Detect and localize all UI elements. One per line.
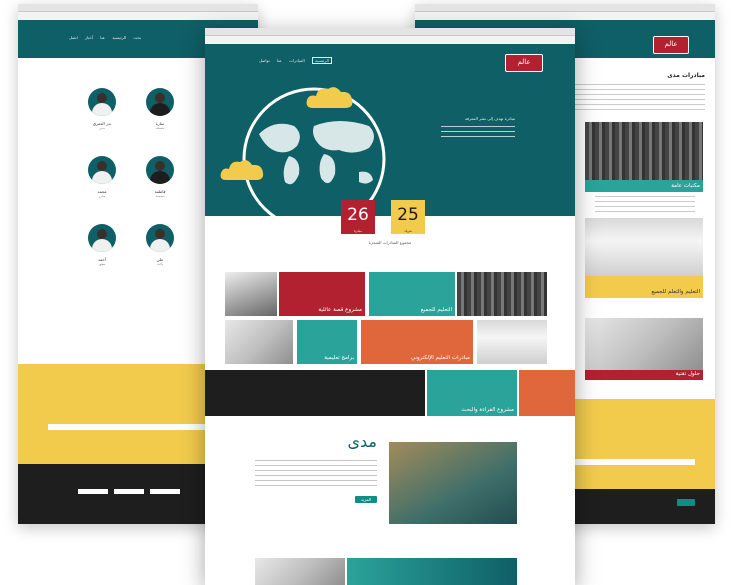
nav-item[interactable]: بحث xyxy=(133,35,141,40)
team-avatar[interactable] xyxy=(88,156,116,184)
nav-item[interactable]: أخبار xyxy=(85,35,93,40)
library-photo xyxy=(585,122,703,180)
page-title: مبادرات مدى xyxy=(667,72,705,79)
tile-library-photo xyxy=(457,272,547,316)
hero-text: مبادرة تهدف إلى نشر المعرفة xyxy=(464,116,515,121)
bottom-photo xyxy=(255,558,345,585)
team-caption: محمد محرر xyxy=(97,189,107,198)
tile-education[interactable]: التعليم للجميع xyxy=(369,272,455,316)
madar-logo: مدى xyxy=(347,432,378,451)
site-logo[interactable]: عالم xyxy=(653,36,689,54)
madar-description xyxy=(255,460,377,490)
footer-input[interactable] xyxy=(114,489,144,494)
nav-item[interactable]: اتصل xyxy=(69,35,78,40)
browser-bar xyxy=(205,28,575,36)
nav-item[interactable]: عنا xyxy=(277,58,282,63)
team-caption: علي باحث xyxy=(156,257,164,266)
tile-accent[interactable] xyxy=(519,370,575,416)
card-label[interactable]: حلول تقنية xyxy=(585,370,703,380)
counter-partners: 25 شريك xyxy=(391,200,425,234)
footer-input[interactable] xyxy=(78,489,108,494)
cloud-icon xyxy=(220,160,264,180)
team-caption: فاطمة مصممة xyxy=(154,189,166,198)
bottom-teal-photo xyxy=(347,558,517,585)
team-avatar[interactable] xyxy=(146,88,174,116)
tile-photo xyxy=(225,272,277,316)
tile-tech-photo xyxy=(225,320,293,364)
hero-text-lines xyxy=(441,126,515,140)
card-label[interactable]: التعليم والتعلم للجميع xyxy=(585,276,703,298)
team-avatar[interactable] xyxy=(146,224,174,252)
site-logo[interactable]: عالم xyxy=(505,54,543,72)
madar-photo xyxy=(389,442,517,524)
nav-item[interactable]: عنا xyxy=(100,35,105,40)
team-avatar[interactable] xyxy=(88,224,116,252)
tile-reading[interactable]: مشروع القراءة والبحث xyxy=(427,370,517,416)
left-nav: بحث الرئيسية عنا أخبار اتصل xyxy=(63,35,141,40)
card-text xyxy=(595,196,695,214)
center-page-screenshot: الرئيسية المبادرات عنا تواصل عالم مبادرة… xyxy=(205,28,575,585)
team-caption: أحمد مطور xyxy=(98,257,106,266)
tile-people-photo xyxy=(477,320,547,364)
card-label[interactable]: مكتبات عامة xyxy=(585,180,703,192)
team-avatar[interactable] xyxy=(146,156,174,184)
tile-dark-strip xyxy=(205,370,425,416)
team-avatar[interactable] xyxy=(88,88,116,116)
team-caption: سارة منسقة xyxy=(155,121,165,130)
search-field[interactable] xyxy=(575,459,695,465)
counter-caption: مجموع المبادرات المنجزة xyxy=(368,240,412,245)
team-caption: بدر العمري مدير xyxy=(92,121,112,130)
tile-family-story[interactable]: مشروع قصة عائلية xyxy=(279,272,365,316)
counter-initiatives: 26 مبادرة xyxy=(341,200,375,234)
hero-section: الرئيسية المبادرات عنا تواصل عالم مبادرة… xyxy=(205,44,575,224)
footer-button[interactable] xyxy=(677,499,695,506)
main-nav: الرئيسية المبادرات عنا تواصل xyxy=(253,57,332,64)
cloud-icon xyxy=(306,87,353,108)
nav-item[interactable]: تواصل xyxy=(259,58,270,63)
nav-item[interactable]: الرئيسية xyxy=(112,35,126,40)
nav-item[interactable]: المبادرات xyxy=(289,58,305,63)
tile-programs[interactable]: برامج تعليمية xyxy=(297,320,357,364)
tech-photo xyxy=(585,318,703,370)
footer-input[interactable] xyxy=(150,489,180,494)
people-photo xyxy=(585,218,703,276)
nav-item[interactable]: الرئيسية xyxy=(312,57,332,64)
tile-e-learning[interactable]: مبادرات التعليم الإلكتروني xyxy=(361,320,473,364)
browser-bar xyxy=(18,4,258,12)
search-field[interactable] xyxy=(48,424,218,430)
more-button[interactable]: المزيد xyxy=(355,496,377,503)
browser-bar xyxy=(415,4,715,12)
